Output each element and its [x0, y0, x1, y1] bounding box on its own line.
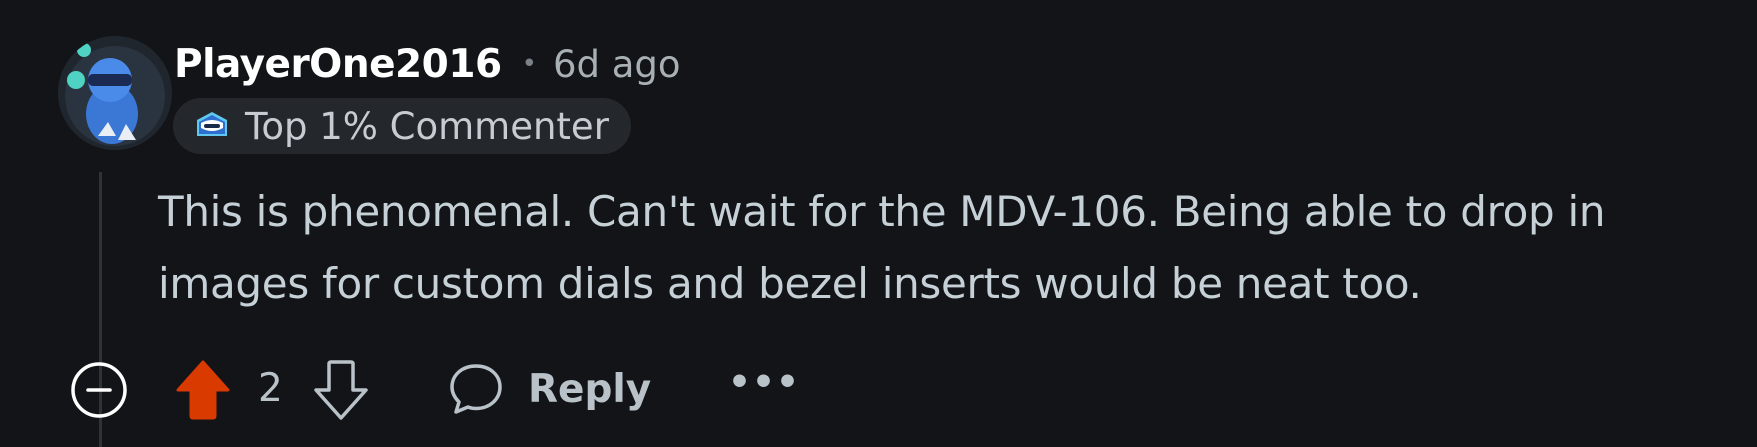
reply-icon	[450, 364, 502, 414]
vote-score: 2	[258, 366, 283, 411]
downvote-icon[interactable]	[313, 359, 369, 421]
collapse-icon[interactable]	[70, 361, 128, 419]
commenter-flair: Top 1% Commenter	[173, 98, 631, 154]
comment-body: This is phenomenal. Can't wait for the M…	[158, 176, 1748, 320]
upvote-icon[interactable]	[175, 359, 231, 421]
timestamp[interactable]: 6d ago	[553, 43, 681, 86]
reply-label: Reply	[528, 366, 652, 412]
comment-header: PlayerOne2016 • 6d ago	[174, 36, 681, 92]
separator-dot: •	[521, 49, 537, 79]
commenter-badge-icon	[197, 112, 227, 136]
comment-body-line-2: images for custom dials and bezel insert…	[158, 259, 1422, 308]
avatar[interactable]	[58, 36, 172, 150]
comment-body-line-1: This is phenomenal. Can't wait for the M…	[158, 187, 1606, 236]
comment-actions: 2 Reply •••	[70, 356, 799, 422]
flair-label: Top 1% Commenter	[245, 104, 609, 148]
reply-button[interactable]: Reply	[448, 356, 651, 422]
author-name[interactable]: PlayerOne2016	[174, 42, 502, 87]
more-icon[interactable]: •••	[728, 356, 800, 422]
